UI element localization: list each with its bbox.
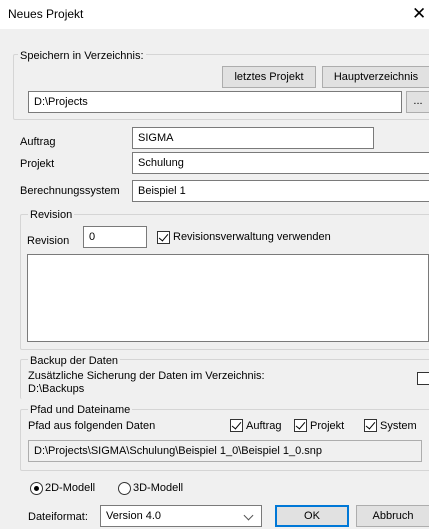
system-label: Berechnungssystem: [20, 185, 120, 197]
backup-checkbox[interactable]: [417, 372, 429, 385]
versioning-checkbox[interactable]: [157, 231, 170, 244]
revision-legend: Revision: [28, 208, 75, 222]
ok-button[interactable]: OK: [275, 505, 349, 527]
model-3d-radio[interactable]: [118, 482, 131, 495]
format-select[interactable]: Version 4.0: [100, 505, 262, 527]
format-label: Dateiformat:: [28, 511, 88, 523]
auftrag-label: Auftrag: [20, 136, 56, 148]
path-auftrag-checkbox[interactable]: [230, 419, 243, 432]
model-2d-radio[interactable]: [30, 482, 43, 495]
projekt-label: Projekt: [20, 158, 55, 170]
cancel-button[interactable]: Abbruch: [356, 505, 429, 527]
revision-notes-textarea[interactable]: [27, 254, 429, 342]
path-projekt-label: Projekt: [310, 420, 345, 432]
backup-path: D:\Backups: [28, 383, 85, 395]
last-project-button[interactable]: letztes Projekt: [222, 66, 316, 88]
main-directory-button[interactable]: Hauptverzeichnis: [322, 66, 429, 88]
auftrag-input[interactable]: SIGMA: [132, 127, 374, 149]
projekt-input[interactable]: Schulung: [132, 152, 429, 174]
chevron-down-icon: [243, 510, 254, 521]
versioning-label: Revisionsverwaltung verwenden: [173, 231, 331, 243]
directory-legend: Speichern in Verzeichnis:: [18, 49, 146, 63]
path-auftrag-label: Auftrag: [246, 420, 282, 432]
window-title: Neues Projekt: [8, 7, 84, 21]
revision-input[interactable]: 0: [83, 226, 147, 248]
backup-description: Zusätzliche Sicherung der Daten im Verze…: [28, 370, 265, 382]
path-system-label: System: [380, 420, 417, 432]
path-system-checkbox[interactable]: [364, 419, 377, 432]
model-2d-label: 2D-Modell: [45, 482, 96, 494]
path-projekt-checkbox[interactable]: [294, 419, 307, 432]
directory-path-field[interactable]: D:\Projects: [28, 91, 402, 113]
format-select-value: Version 4.0: [106, 510, 162, 522]
path-from-label: Pfad aus folgenden Daten: [28, 420, 156, 432]
system-input[interactable]: Beispiel 1: [132, 180, 429, 202]
close-icon[interactable]: ✕: [412, 3, 429, 25]
backup-legend: Backup der Daten: [28, 354, 121, 368]
full-path-field: D:\Projects\SIGMA\Schulung\Beispiel 1_0\…: [28, 440, 422, 462]
browse-button[interactable]: ...: [406, 91, 429, 113]
revision-label: Revision: [27, 235, 70, 247]
path-name-legend: Pfad und Dateiname: [28, 403, 133, 417]
model-3d-label: 3D-Modell: [133, 482, 184, 494]
